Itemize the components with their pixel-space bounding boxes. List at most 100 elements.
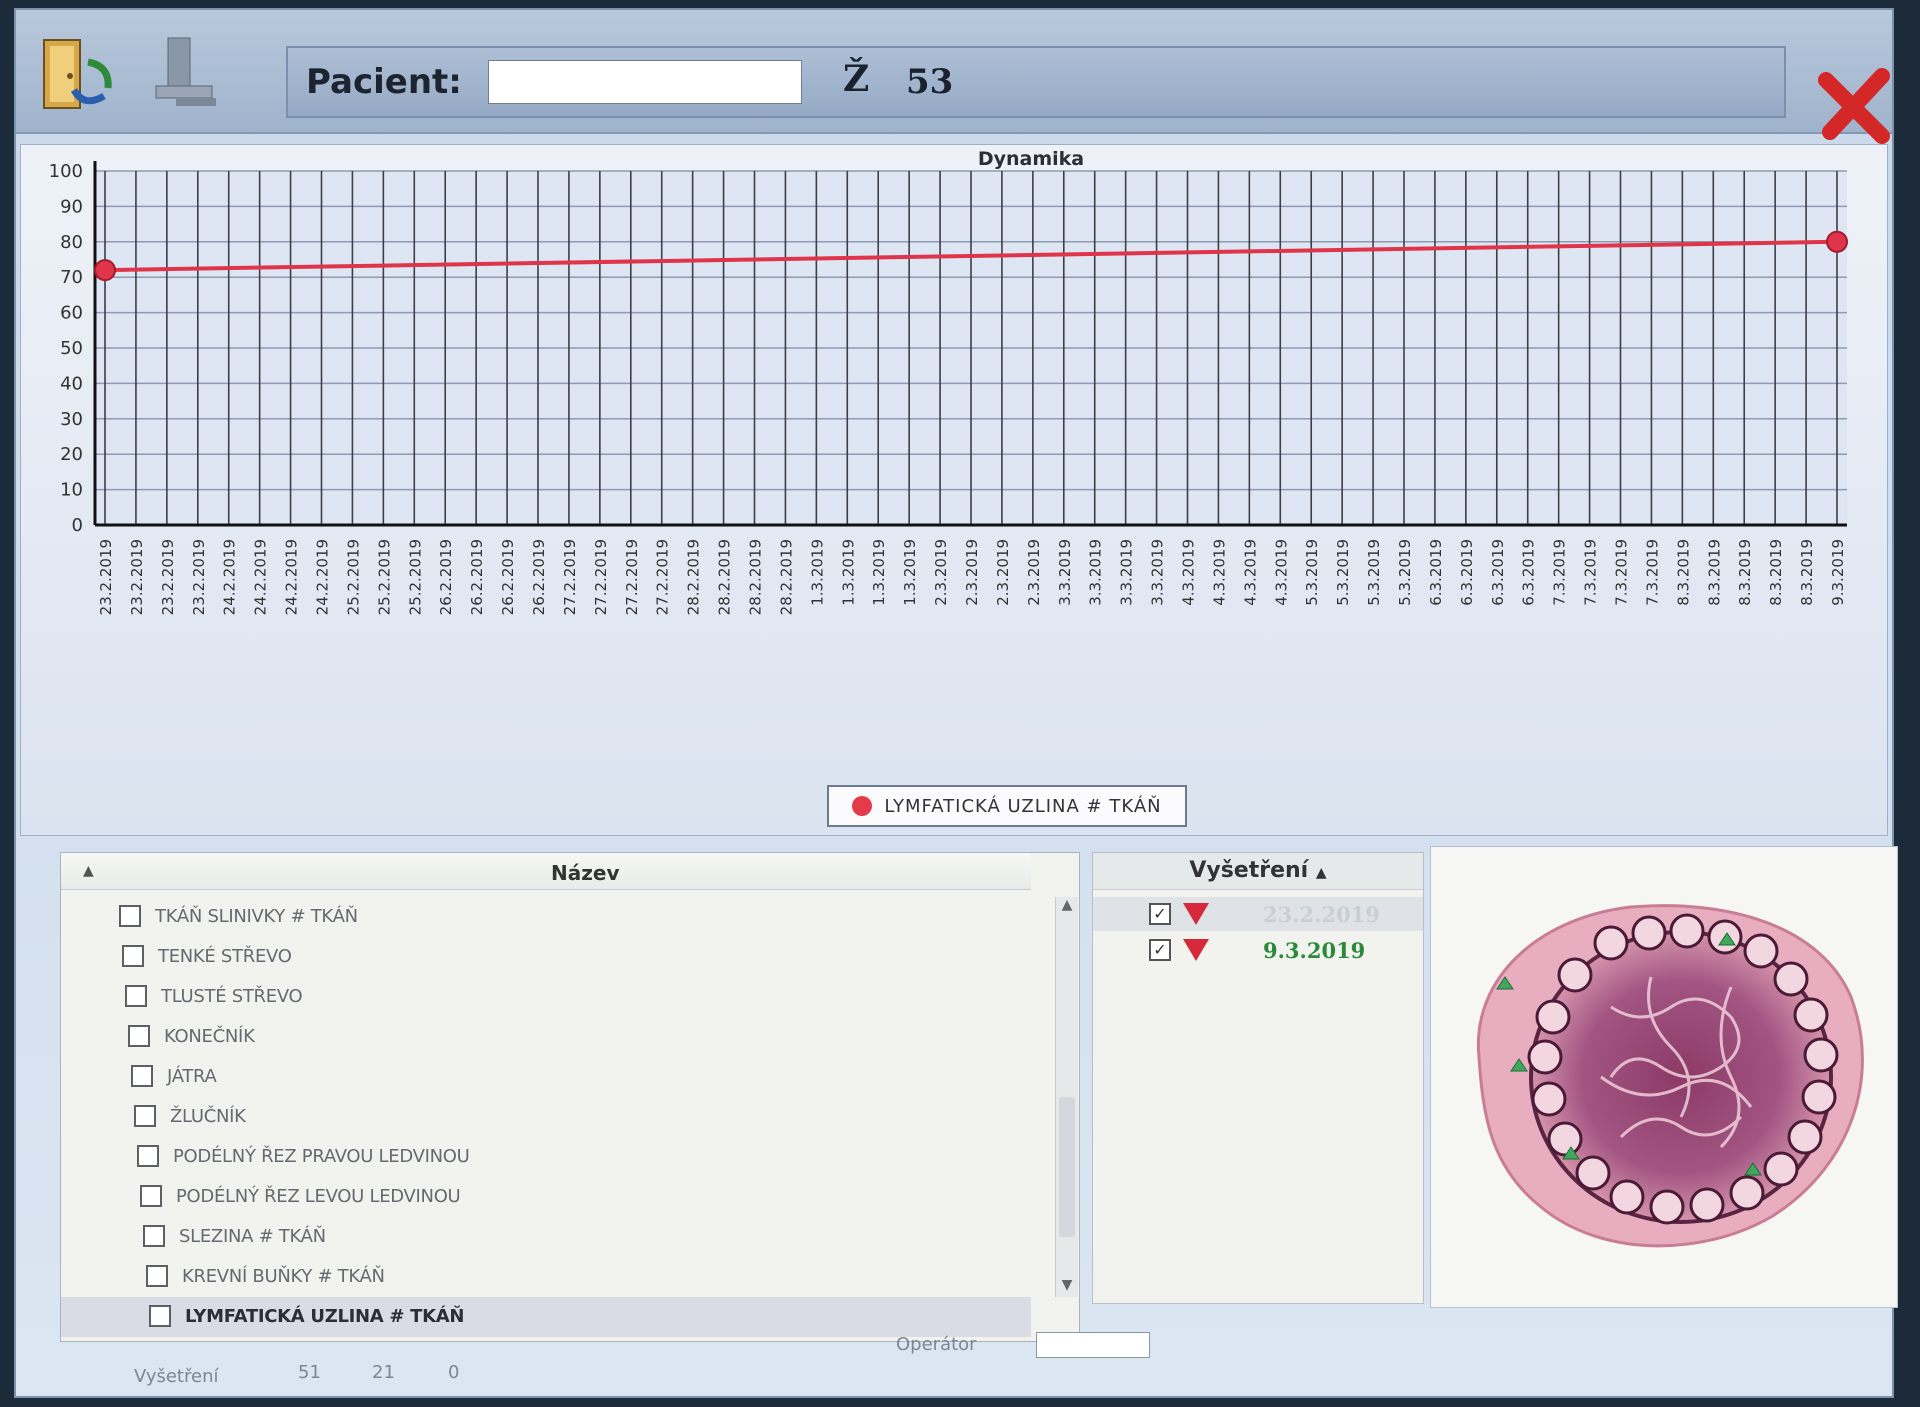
list-item-checkbox[interactable] (122, 945, 144, 967)
scroll-up-icon[interactable]: ▲ (1056, 897, 1078, 917)
exam-row[interactable]: ✓ 9.3.2019 (1093, 933, 1423, 967)
y-tick-label: 60 (60, 303, 83, 324)
x-tick-label: 3.3.2019 (1056, 539, 1074, 606)
x-tick-label: 4.3.2019 (1272, 539, 1290, 606)
patient-age: 53 (906, 62, 954, 102)
exam-checkbox[interactable]: ✓ (1149, 939, 1171, 961)
chart-legend[interactable]: LYMFATICKÁ UZLINA # TKÁŇ (827, 785, 1187, 827)
y-tick-label: 40 (60, 373, 83, 394)
x-tick-label: 5.3.2019 (1334, 539, 1352, 606)
x-tick-label: 27.2.2019 (623, 539, 641, 615)
x-tick-label: 5.3.2019 (1396, 539, 1414, 606)
y-tick-label: 90 (60, 196, 83, 217)
x-tick-label: 3.3.2019 (1149, 539, 1167, 606)
x-tick-label: 24.2.2019 (283, 539, 301, 615)
list-item[interactable]: Krevní buňky # tkáň (61, 1257, 1031, 1297)
triangle-down-icon[interactable] (1183, 939, 1209, 961)
patient-sex: Ž (843, 58, 870, 100)
sort-arrow-icon[interactable]: ▲ (83, 863, 94, 879)
status-footer: Operátor Vyšetření 51 21 0 (16, 1310, 1892, 1400)
data-point (94, 259, 116, 282)
close-icon[interactable] (1816, 66, 1896, 146)
list-item[interactable]: Játra (61, 1057, 1031, 1097)
x-tick-label: 1.3.2019 (839, 539, 857, 606)
operator-field[interactable] (1036, 1332, 1150, 1358)
x-tick-label: 28.2.2019 (716, 539, 734, 615)
list-item-label: Konečník (164, 1026, 255, 1047)
list-item[interactable]: Podélný řez pravou ledvinou (61, 1137, 1031, 1177)
y-tick-label: 10 (60, 480, 83, 501)
dynamics-chart-panel: Dynamika 0 10 20 30 40 50 60 70 80 90 100 23.2.2019 2… (20, 144, 1888, 836)
computer-icon[interactable] (146, 32, 242, 116)
patient-info-bar: Pacient: Ž 53 (286, 46, 1786, 118)
y-tick-label: 30 (60, 409, 83, 430)
scroll-thumb[interactable] (1059, 1097, 1075, 1237)
x-tick-label: 1.3.2019 (901, 539, 919, 606)
lymph-node-image (1476, 904, 1864, 1248)
x-tick-label: 2.3.2019 (1025, 539, 1043, 606)
list-item[interactable]: Slezina # tkáň (61, 1217, 1031, 1257)
exam-checkbox[interactable]: ✓ (1149, 903, 1171, 925)
door-exit-icon[interactable] (30, 32, 126, 116)
x-tick-label: 4.3.2019 (1210, 539, 1228, 606)
x-tick-label: 25.2.2019 (406, 539, 424, 615)
sort-arrow-icon[interactable]: ▲ (1316, 865, 1327, 881)
patient-label: Pacient: (306, 62, 462, 102)
y-tick-label: 20 (60, 444, 83, 465)
exam-list-header[interactable]: Vyšetření ▲ (1093, 853, 1423, 890)
x-tick-label: 24.2.2019 (252, 539, 270, 615)
data-point (1826, 230, 1848, 253)
x-tick-label: 6.3.2019 (1458, 539, 1476, 606)
exam-row[interactable]: ✓ 23.2.2019 (1093, 897, 1423, 931)
list-item[interactable]: Žlučník (61, 1097, 1031, 1137)
x-tick-label: 7.3.2019 (1551, 539, 1569, 606)
exam-date: 23.2.2019 (1263, 902, 1380, 927)
dynamics-chart: Dynamika 0 10 20 30 40 50 60 70 80 90 100 23.2.2019 2… (49, 148, 1848, 615)
y-tick-label: 70 (60, 267, 83, 288)
exam-count-value: 21 (372, 1362, 395, 1383)
list-item[interactable]: Tlusté střevo (61, 977, 1031, 1017)
list-item[interactable]: Konečník (61, 1017, 1031, 1057)
list-item-checkbox[interactable] (146, 1265, 168, 1287)
list-item[interactable]: Podélný řez levou ledvinou (61, 1177, 1031, 1217)
x-tick-label: 27.2.2019 (561, 539, 579, 615)
chart-title: Dynamika (978, 148, 1084, 170)
list-scrollbar[interactable]: ▲ ▼ (1055, 897, 1078, 1297)
x-tick-label: 28.2.2019 (747, 539, 765, 615)
x-tick-label: 7.3.2019 (1613, 539, 1631, 606)
x-tick-label: 2.3.2019 (932, 539, 950, 606)
legend-marker-icon (852, 796, 873, 816)
x-tick-label: 3.3.2019 (1118, 539, 1136, 606)
list-item-checkbox[interactable] (131, 1065, 153, 1087)
list-item-checkbox[interactable] (140, 1185, 162, 1207)
list-item-checkbox[interactable] (119, 905, 141, 927)
scroll-down-icon[interactable]: ▼ (1056, 1277, 1078, 1297)
list-item-checkbox[interactable] (137, 1145, 159, 1167)
x-tick-label: 27.2.2019 (592, 539, 610, 615)
x-tick-label: 6.3.2019 (1427, 539, 1445, 606)
y-tick-label: 100 (49, 161, 83, 182)
x-tick-label: 6.3.2019 (1489, 539, 1507, 606)
exam-header-title: Vyšetření (1189, 858, 1309, 883)
y-tick-label: 0 (72, 515, 83, 536)
list-item-label: Tlusté střevo (161, 986, 303, 1007)
x-tick-label: 26.2.2019 (468, 539, 486, 615)
x-tick-label: 26.2.2019 (499, 539, 517, 615)
list-header[interactable]: ▲ Název (61, 853, 1031, 890)
list-item-label: Tenké střevo (158, 946, 292, 967)
operator-label: Operátor (896, 1334, 977, 1355)
toolbar: Pacient: Ž 53 (16, 10, 1892, 144)
list-item-checkbox[interactable] (134, 1105, 156, 1127)
x-tick-label: 8.3.2019 (1798, 539, 1816, 606)
exam-list-panel: Vyšetření ▲ ✓ 23.2.2019 ✓ 9.3.2019 (1092, 852, 1424, 1304)
list-item-checkbox[interactable] (125, 985, 147, 1007)
triangle-down-icon[interactable] (1183, 903, 1209, 925)
list-item[interactable]: Tenké střevo (61, 937, 1031, 977)
list-item-checkbox[interactable] (128, 1025, 150, 1047)
x-tick-label: 28.2.2019 (685, 539, 703, 615)
x-tick-label: 9.3.2019 (1829, 539, 1847, 606)
x-tick-label: 4.3.2019 (1241, 539, 1259, 606)
list-item[interactable]: Tkáň slinivky # tkáň (61, 897, 1031, 937)
list-item-checkbox[interactable] (143, 1225, 165, 1247)
list-item-label: Játra (167, 1066, 217, 1087)
